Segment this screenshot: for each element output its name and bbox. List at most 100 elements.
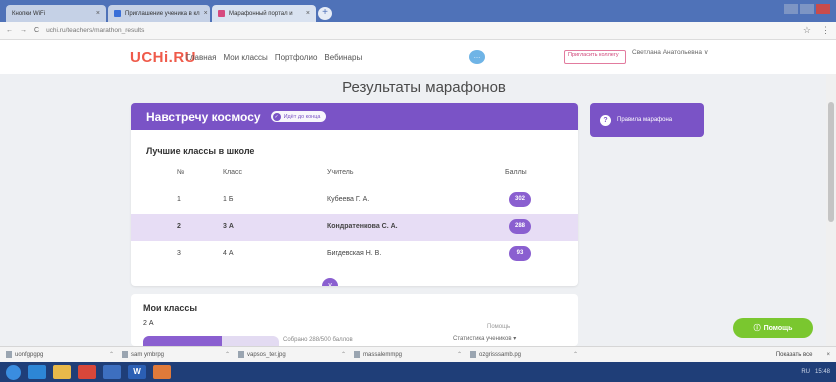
file-icon	[122, 351, 128, 358]
forward-icon[interactable]: →	[20, 27, 27, 34]
marathon-status-badge: ✓ Идёт до конца	[270, 111, 327, 122]
internet-explorer-icon[interactable]	[28, 365, 46, 379]
bookmark-star-icon[interactable]: ☆	[803, 25, 811, 36]
chevron-up-icon[interactable]: ⌃	[341, 351, 346, 358]
download-item[interactable]: ozgrisssamb.pg ⌃	[470, 351, 586, 358]
browser-tab-active[interactable]: Марафонный портал и ×	[212, 5, 316, 22]
row-num: 2	[177, 223, 181, 230]
file-icon	[470, 351, 476, 358]
browser-tab[interactable]: Приглашение ученика в кл ×	[108, 5, 210, 22]
reload-icon[interactable]: C	[34, 27, 39, 34]
best-classes-heading: Лучшие классы в школе	[146, 146, 255, 156]
marathon-rules-button[interactable]: ? Правила марафона	[590, 103, 704, 137]
close-window-button[interactable]	[816, 4, 830, 14]
nav-item-portfolio[interactable]: Портфолио	[275, 53, 318, 62]
points-badge: 302	[509, 192, 531, 207]
address-bar: ← → C uchi.ru/teachers/marathon_results …	[0, 22, 836, 40]
browser-tab-strip: Кнопки WiFi × Приглашение ученика в кл ×…	[0, 0, 836, 22]
nav-item-webinars[interactable]: Вебинары	[324, 53, 362, 62]
check-icon: ✓	[272, 112, 281, 121]
close-tab-icon[interactable]: ×	[204, 10, 208, 17]
browser-menu-icon[interactable]: ⋮	[821, 25, 830, 36]
window-controls	[784, 4, 830, 14]
file-explorer-icon[interactable]	[53, 365, 71, 379]
chevron-up-icon[interactable]: ⌃	[225, 351, 230, 358]
close-tab-icon[interactable]: ×	[96, 10, 100, 17]
points-progress-fill	[143, 336, 222, 346]
maximize-button[interactable]	[800, 4, 814, 14]
browser-tab[interactable]: Кнопки WiFi ×	[6, 5, 106, 22]
page-scrollbar[interactable]	[826, 74, 836, 346]
language-indicator[interactable]: RU	[801, 369, 810, 375]
close-downloads-icon[interactable]: ×	[826, 352, 830, 358]
tab-label: Приглашение ученика в кл	[125, 10, 200, 17]
site-header: UCHi.RU Главная Мои классы Портфолио Веб…	[0, 40, 836, 74]
column-header-num: №	[177, 169, 185, 176]
nav-item-my-classes[interactable]: Мои классы	[223, 53, 267, 62]
help-button[interactable]: ⓘ Помощь	[733, 318, 813, 338]
download-item[interactable]: massalemmpg ⌃	[354, 351, 470, 358]
nav-item-home[interactable]: Главная	[186, 53, 216, 62]
invite-colleague-link[interactable]: Пригласить коллегу	[564, 50, 626, 64]
points-badge: 93	[509, 246, 531, 261]
back-icon[interactable]: ←	[6, 27, 13, 34]
word-icon[interactable]: W	[128, 365, 146, 379]
table-row-highlighted: 2 3 А Кондратенкова С. А. 288	[131, 214, 578, 241]
my-class-name: 2 А	[143, 320, 154, 327]
row-class: 4 А	[223, 250, 234, 257]
my-classes-card: Мои классы 2 А Помощь Собрано 288/500 ба…	[131, 294, 578, 346]
new-tab-button[interactable]: +	[318, 7, 332, 20]
clock[interactable]: 15:48	[815, 369, 830, 375]
download-filename: uonfgpgpg	[15, 351, 44, 358]
question-icon: ?	[600, 114, 611, 126]
file-icon	[354, 351, 360, 358]
download-item[interactable]: uonfgpgpg ⌃	[6, 351, 122, 358]
scrollbar-thumb[interactable]	[828, 102, 834, 222]
download-filename: sam ymbrpg	[131, 351, 165, 358]
site-favicon-icon	[114, 10, 121, 17]
help-hint-link[interactable]: Помощь	[487, 324, 510, 330]
user-menu[interactable]: Светлана Анатольевна ∨	[632, 49, 709, 56]
download-item[interactable]: vapsos_ter.jpg ⌃	[238, 351, 354, 358]
tab-label: Марафонный портал и	[229, 10, 293, 17]
marathon-status-text: Идёт до конца	[283, 113, 321, 120]
chevron-up-icon[interactable]: ⌃	[109, 351, 114, 358]
browser-actions: ☆ ⋮	[803, 25, 830, 36]
chrome-icon[interactable]	[78, 365, 96, 379]
file-icon	[6, 351, 12, 358]
info-icon: ⓘ	[753, 325, 761, 332]
row-num: 1	[177, 196, 181, 203]
row-teacher: Бигдевская Н. В.	[327, 250, 382, 257]
download-item[interactable]: sam ymbrpg ⌃	[122, 351, 238, 358]
marathon-card: Навстречу космосу ✓ Идёт до конца Лучшие…	[131, 103, 578, 286]
download-filename: ozgrisssamb.pg	[479, 351, 522, 358]
app-icon[interactable]	[103, 365, 121, 379]
image-viewer-icon[interactable]	[153, 365, 171, 379]
close-tab-icon[interactable]: ×	[306, 10, 310, 17]
marathon-rules-label: Правила марафона	[617, 116, 673, 123]
show-all-downloads-link[interactable]: Показать все	[776, 352, 813, 358]
chat-icon[interactable]: …	[469, 50, 485, 64]
row-num: 3	[177, 250, 181, 257]
table-header: № Класс Учитель Баллы	[131, 169, 578, 183]
downloads-bar: uonfgpgpg ⌃ sam ymbrpg ⌃ vapsos_ter.jpg …	[0, 346, 836, 362]
row-class: 1 Б	[223, 196, 234, 203]
expand-list-button[interactable]: ∨	[322, 278, 338, 286]
download-filename: vapsos_ter.jpg	[247, 351, 286, 358]
minimize-button[interactable]	[784, 4, 798, 14]
my-classes-heading: Мои классы	[143, 303, 198, 313]
system-tray: RU 15:48	[801, 369, 830, 375]
file-icon	[238, 351, 244, 358]
os-taskbar: W RU 15:48	[0, 362, 836, 382]
chevron-up-icon[interactable]: ⌃	[457, 351, 462, 358]
download-filename: massalemmpg	[363, 351, 403, 358]
main-nav: Главная Мои классы Портфолио Вебинары	[186, 53, 362, 62]
points-badge: 288	[509, 219, 531, 234]
start-button-icon[interactable]	[6, 364, 21, 380]
chevron-up-icon[interactable]: ⌃	[573, 351, 578, 358]
tab-label: Кнопки WiFi	[12, 10, 46, 17]
help-button-label: Помощь	[763, 324, 793, 332]
student-stats-dropdown[interactable]: Статистика учеников ▾	[453, 335, 516, 342]
table-row: 3 4 А Бигдевская Н. В. 93	[131, 241, 578, 268]
url-field[interactable]: uchi.ru/teachers/marathon_results	[46, 27, 144, 34]
